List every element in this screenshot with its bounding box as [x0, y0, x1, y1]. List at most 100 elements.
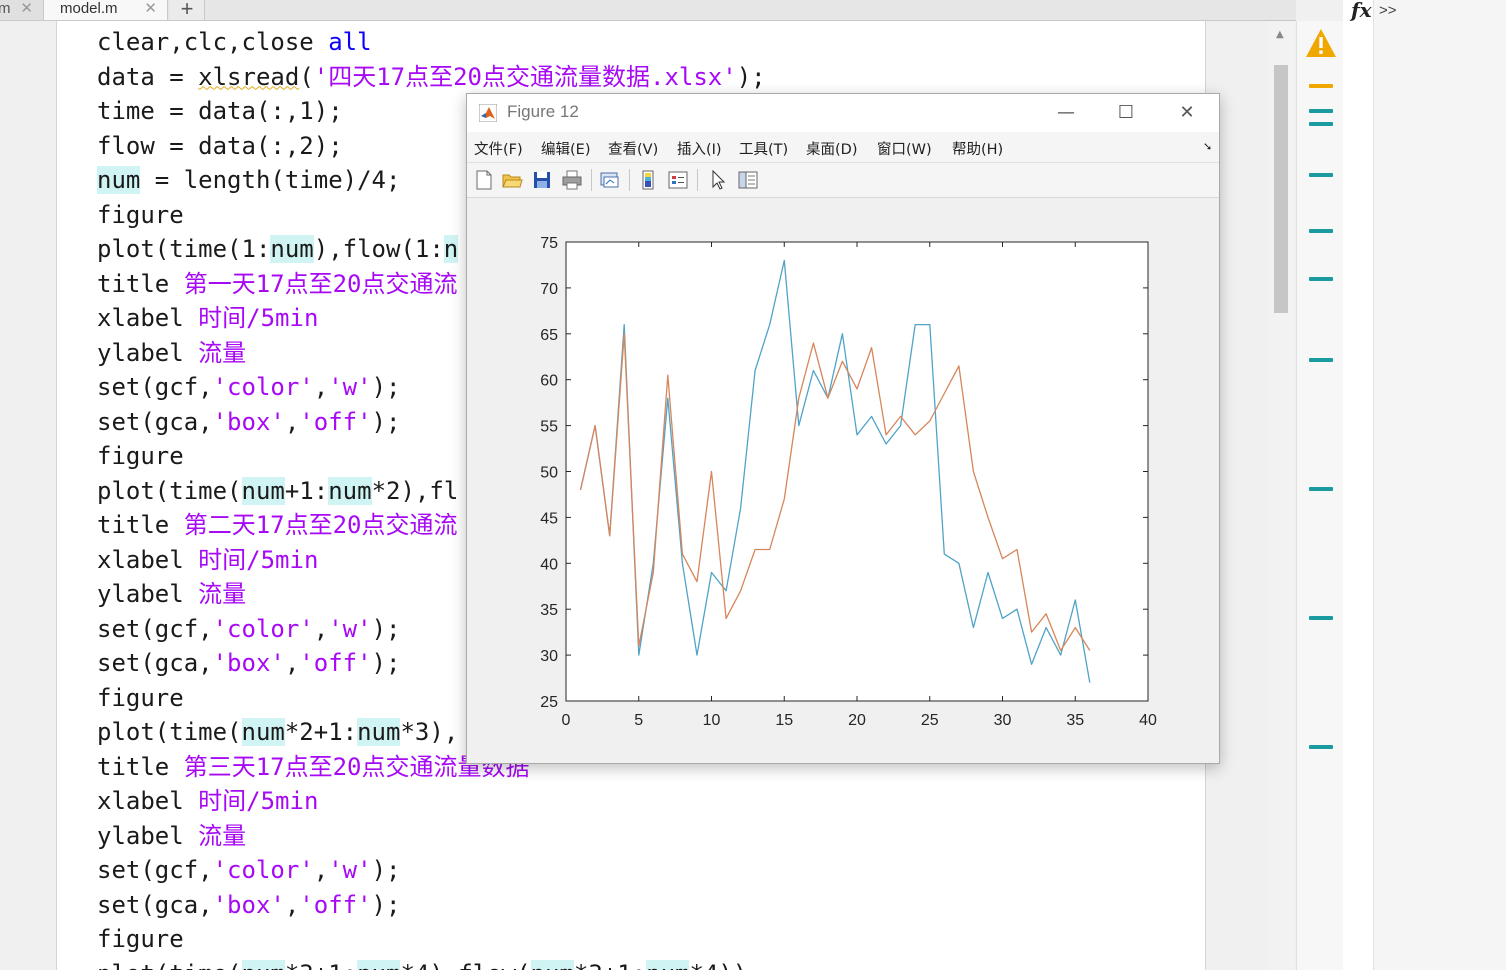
- menu-insert[interactable]: 插入(I): [677, 138, 722, 159]
- matlab-icon: [479, 104, 497, 122]
- code-token: 时间/5min: [198, 787, 319, 815]
- tab-label: m: [0, 0, 11, 17]
- code-token: +1:: [284, 476, 329, 505]
- code-token: title: [97, 269, 184, 298]
- close-tab-icon[interactable]: ✕: [20, 0, 33, 18]
- minimize-button[interactable]: —: [1043, 98, 1089, 128]
- print-icon[interactable]: [561, 169, 583, 191]
- analyzer-marker[interactable]: [1309, 122, 1333, 126]
- figure-canvas[interactable]: 0 5 10 15 20 25 30 35 40 25 30 35 40 45 50 55 60 65 70 75: [467, 198, 1219, 763]
- code-token: 'off': [299, 649, 372, 677]
- analyzer-warning-marker[interactable]: [1309, 84, 1333, 88]
- code-line[interactable]: plot(time(num*3+1:num*4),flow(num*3+1:nu…: [97, 957, 766, 970]
- code-token: num: [270, 235, 314, 263]
- code-token: ylabel: [97, 338, 199, 367]
- code-token: num: [241, 718, 285, 746]
- code-token: n: [443, 235, 459, 263]
- code-line[interactable]: set(gcf,'color','w');: [97, 853, 766, 888]
- code-token: plot(time(: [97, 476, 242, 505]
- code-token: figure: [97, 200, 184, 229]
- code-token: );: [371, 856, 401, 884]
- analyzer-marker[interactable]: [1309, 487, 1333, 491]
- analyzer-marker[interactable]: [1309, 229, 1333, 233]
- colorbar-icon[interactable]: [637, 169, 659, 191]
- code-token: );: [736, 62, 766, 91]
- warning-triangle-icon[interactable]: [1305, 27, 1337, 59]
- code-token: num: [328, 476, 372, 505]
- menu-edit[interactable]: 编辑(E): [541, 138, 590, 159]
- x-tick-label: 40: [1139, 712, 1157, 729]
- command-prompt: >>: [1379, 2, 1397, 19]
- code-line[interactable]: data = xlsread('四天17点至20点交通流量数据.xlsx');: [97, 60, 766, 95]
- code-token: all: [328, 28, 372, 56]
- save-icon[interactable]: [531, 169, 553, 191]
- analyzer-marker[interactable]: [1309, 358, 1333, 362]
- menu-tools[interactable]: 工具(T): [739, 138, 788, 159]
- code-token: xlsread: [198, 62, 300, 91]
- tab-previous-file[interactable]: m ✕: [0, 0, 44, 20]
- code-token: 'w': [328, 614, 372, 643]
- analyzer-marker[interactable]: [1309, 109, 1333, 113]
- link-plot-icon[interactable]: [599, 169, 621, 191]
- x-tick-label: 25: [921, 712, 939, 729]
- x-tick-label: 35: [1066, 712, 1084, 729]
- editor-scrollbar[interactable]: ▲: [1268, 21, 1294, 970]
- x-tick-label: 30: [994, 712, 1012, 729]
- code-token: );: [371, 373, 401, 401]
- legend-icon[interactable]: [667, 169, 689, 191]
- analyzer-marker[interactable]: [1309, 616, 1333, 620]
- new-figure-icon[interactable]: [473, 169, 495, 191]
- code-token: );: [371, 614, 401, 643]
- figure-title-bar[interactable]: Figure 12 — ☐ ✕: [467, 94, 1219, 132]
- menu-overflow-arrow-icon[interactable]: ➘: [1203, 140, 1212, 153]
- code-line[interactable]: xlabel 时间/5min: [97, 784, 766, 819]
- code-token: ,: [284, 890, 300, 919]
- code-token: 'w': [328, 856, 372, 884]
- y-tick-label: 75: [540, 235, 558, 252]
- close-tab-icon[interactable]: ✕: [144, 0, 157, 18]
- menu-file[interactable]: 文件(F): [474, 138, 523, 159]
- y-tick-label: 60: [540, 373, 558, 390]
- figure-toolbar: [467, 163, 1219, 198]
- analyzer-marker[interactable]: [1309, 277, 1333, 281]
- code-token: figure: [97, 442, 184, 470]
- figure-title: Figure 12: [507, 102, 579, 121]
- code-line[interactable]: clear,clc,close all: [97, 25, 766, 60]
- property-inspector-icon[interactable]: [737, 169, 759, 191]
- code-line[interactable]: set(gca,'box','off');: [97, 888, 766, 923]
- toolbar-separator: [591, 169, 592, 191]
- menu-view[interactable]: 查看(V): [608, 138, 658, 159]
- figure-window[interactable]: Figure 12 — ☐ ✕ 文件(F) 编辑(E) 查看(V) 插入(I) …: [466, 93, 1220, 764]
- add-tab-button[interactable]: +: [170, 0, 205, 20]
- command-window-edge: [1343, 0, 1374, 970]
- code-token: 'off': [299, 407, 372, 436]
- code-token: *2+1:: [284, 718, 358, 746]
- code-token: set(gca,: [97, 649, 213, 677]
- code-token: 流量: [198, 821, 247, 850]
- menu-window[interactable]: 窗口(W): [877, 138, 932, 159]
- scrollbar-thumb[interactable]: [1274, 65, 1288, 313]
- code-token: ,: [313, 373, 329, 401]
- line-chart[interactable]: 0 5 10 15 20 25 30 35 40 25 30 35 40 45 50 55 60 65 70 75: [467, 198, 1219, 763]
- code-line[interactable]: figure: [97, 922, 766, 957]
- code-token: 'w': [328, 373, 372, 401]
- close-button[interactable]: ✕: [1164, 98, 1210, 128]
- scroll-up-arrow-icon[interactable]: ▲: [1276, 29, 1284, 40]
- code-token: clear,clc,close: [97, 28, 329, 56]
- menu-desktop[interactable]: 桌面(D): [806, 138, 857, 159]
- analyzer-marker[interactable]: [1309, 745, 1333, 749]
- code-token: *3+1:: [574, 960, 646, 970]
- figure-menu-bar: 文件(F) 编辑(E) 查看(V) 插入(I) 工具(T) 桌面(D) 窗口(W…: [467, 132, 1219, 163]
- code-token: 流量: [198, 338, 247, 367]
- code-token: ,: [284, 407, 300, 436]
- maximize-button[interactable]: ☐: [1103, 98, 1149, 128]
- analyzer-marker[interactable]: [1309, 173, 1333, 177]
- code-token: = length(time)/4;: [140, 166, 401, 194]
- code-line[interactable]: ylabel 流量: [97, 819, 766, 854]
- function-browser-icon[interactable]: fx: [1351, 0, 1372, 22]
- tab-model-m[interactable]: model.m ✕: [44, 0, 168, 20]
- open-file-icon[interactable]: [501, 169, 523, 191]
- menu-help[interactable]: 帮助(H): [952, 138, 1003, 159]
- pointer-icon[interactable]: [707, 169, 729, 191]
- code-token: *3+1:: [285, 960, 357, 970]
